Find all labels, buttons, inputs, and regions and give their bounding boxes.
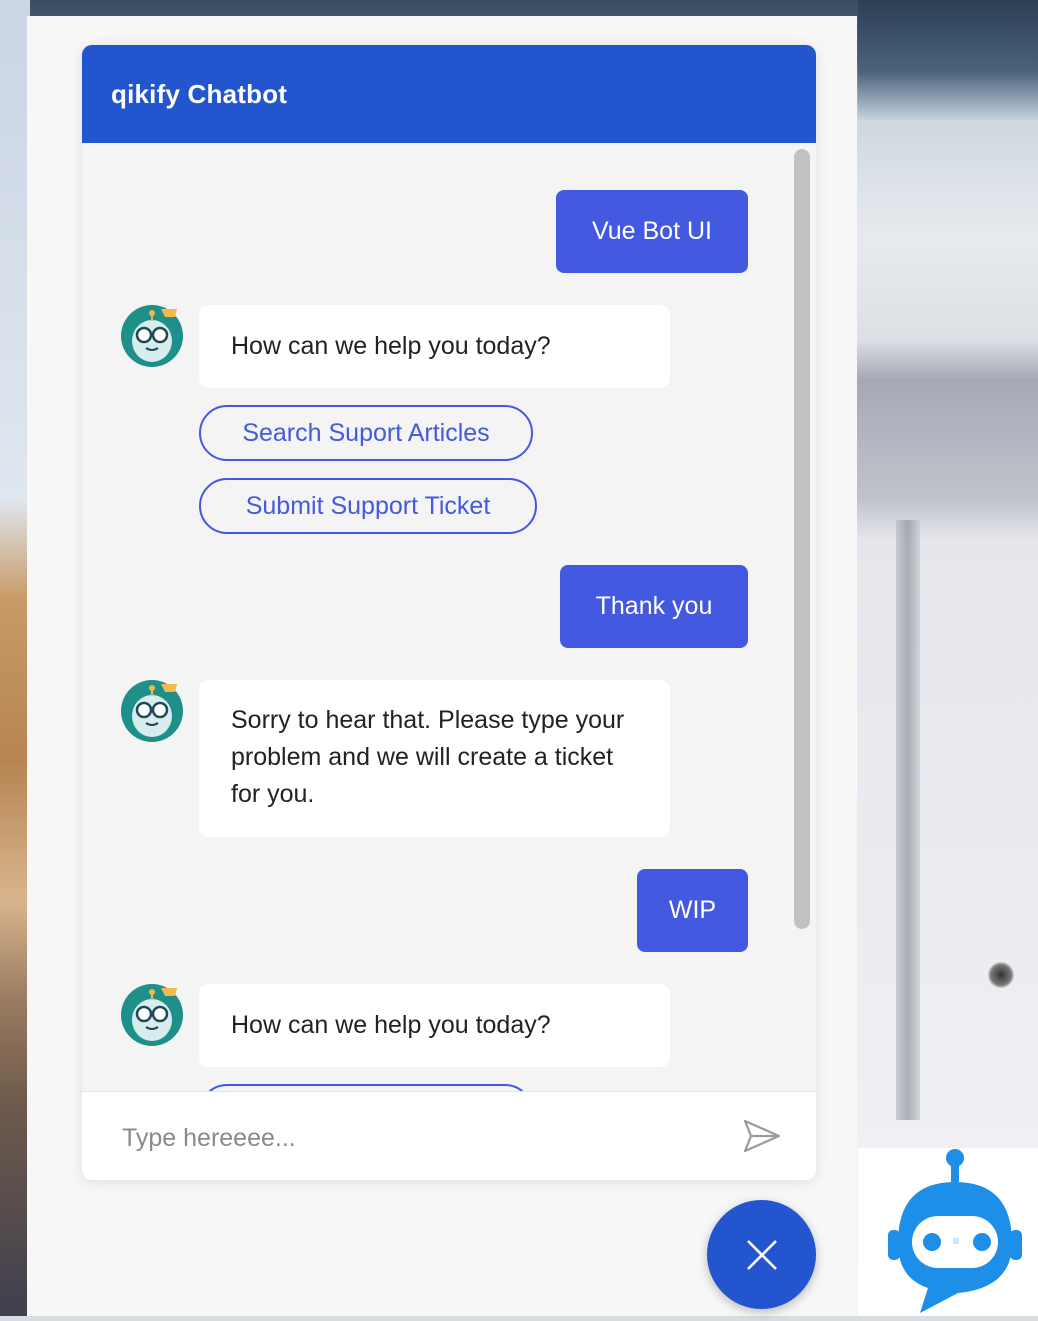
user-message-text: Vue Bot UI <box>592 217 712 245</box>
robot-logo-icon <box>888 1149 1022 1313</box>
option-partial[interactable] <box>199 1084 533 1091</box>
message-input[interactable] <box>120 1110 724 1166</box>
bot-message-text: How can we help you today? <box>231 332 551 360</box>
user-message: Thank you <box>560 565 748 648</box>
bot-message-text: Sorry to hear that. Please type your pro… <box>231 706 625 808</box>
scrollbar-track[interactable] <box>788 143 816 1091</box>
user-message: WIP <box>637 869 748 952</box>
chat-widget: qikify Chatbot Vue Bot UI How can we hel… <box>82 45 816 1180</box>
close-icon <box>746 1239 777 1270</box>
option-search-support-articles[interactable]: Search Suport Articles <box>199 405 533 461</box>
robot-avatar-icon <box>121 984 183 1046</box>
input-bar <box>82 1091 816 1180</box>
message-board[interactable]: Vue Bot UI How can we help you today? Se… <box>82 143 816 1091</box>
background-top-right <box>858 0 1038 120</box>
chatbot-launcher[interactable] <box>858 1148 1038 1316</box>
close-chat-button[interactable] <box>707 1200 816 1309</box>
option-submit-support-ticket[interactable]: Submit Support Ticket <box>199 478 537 534</box>
scrollbar-thumb[interactable] <box>794 149 810 929</box>
option-label: Search Suport Articles <box>242 418 490 447</box>
chat-title: qikify Chatbot <box>111 78 288 109</box>
user-message: Vue Bot UI <box>556 190 748 273</box>
bot-message: Sorry to hear that. Please type your pro… <box>199 680 670 837</box>
robot-avatar-icon <box>121 680 183 742</box>
user-message-text: Thank you <box>595 592 713 620</box>
background-pole <box>896 520 920 1120</box>
background-left-strip <box>0 0 30 1316</box>
background-dot <box>988 962 1014 988</box>
bot-message-text: How can we help you today? <box>231 1011 551 1039</box>
chat-header: qikify Chatbot <box>82 45 816 143</box>
bot-message: How can we help you today? <box>199 305 670 388</box>
send-icon[interactable] <box>742 1118 782 1154</box>
robot-avatar-icon <box>121 305 183 367</box>
bot-message: How can we help you today? <box>199 984 670 1067</box>
user-message-text: WIP <box>668 896 717 924</box>
option-label: Submit Support Ticket <box>245 491 491 520</box>
